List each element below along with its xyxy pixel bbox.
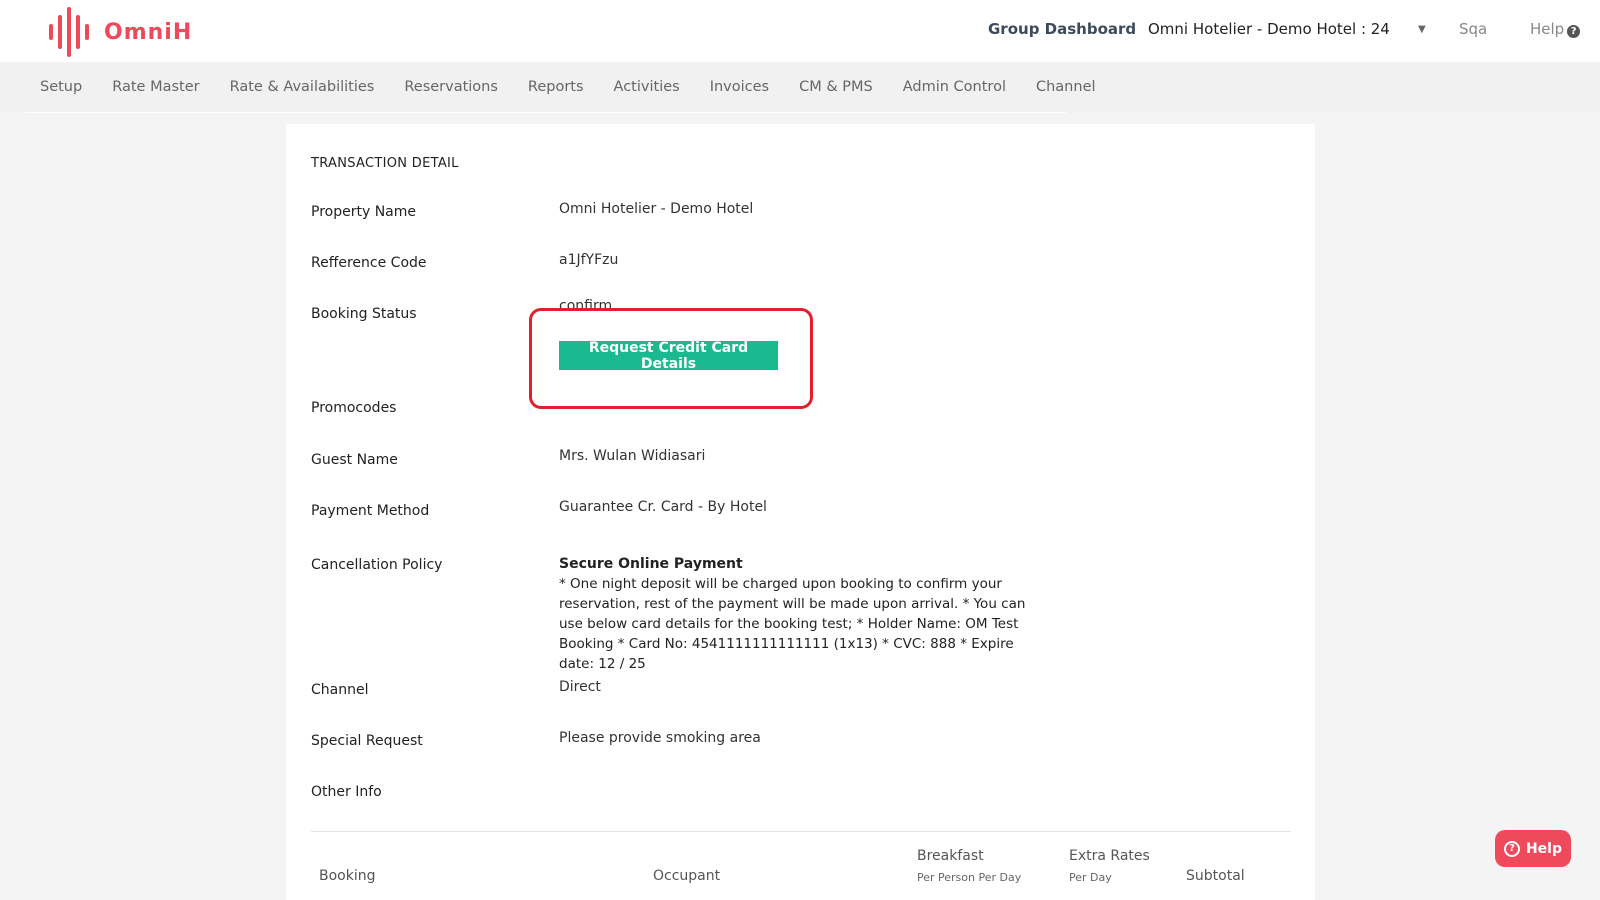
booking-status-value: confirm [559, 298, 613, 314]
logo-bars-icon [49, 7, 89, 57]
col-extra-rates-subheader: Per Day [1069, 871, 1112, 884]
help-link-label: Help [1530, 20, 1565, 38]
nav-item-reservations[interactable]: Reservations [404, 79, 498, 95]
nav-item-cm-pms[interactable]: CM & PMS [799, 79, 873, 95]
cancellation-policy-title: Secure Online Payment [559, 556, 743, 572]
transaction-detail-card: TRANSACTION DETAIL Property Name Omni Ho… [286, 124, 1315, 900]
request-credit-card-button[interactable]: Request Credit Card Details [559, 340, 778, 372]
help-link[interactable]: Help? [1530, 20, 1581, 38]
user-menu[interactable]: Sqa [1459, 20, 1487, 38]
group-dashboard-link[interactable]: Group Dashboard [988, 20, 1136, 38]
nav-items: Setup Rate Master Rate & Availabilities … [25, 62, 1096, 113]
floating-help-button[interactable]: ? Help [1495, 830, 1571, 867]
nav-item-admin-control[interactable]: Admin Control [903, 79, 1006, 95]
guest-name-label: Guest Name [311, 452, 398, 468]
col-booking-header: Booking [319, 868, 376, 884]
channel-value: Direct [559, 679, 601, 695]
nav-item-rate-availabilities[interactable]: Rate & Availabilities [230, 79, 375, 95]
section-title: TRANSACTION DETAIL [311, 156, 459, 171]
property-name-label: Property Name [311, 204, 416, 220]
guest-name-value: Mrs. Wulan Widiasari [559, 448, 706, 464]
nav-item-rate-master[interactable]: Rate Master [112, 79, 199, 95]
col-occupant-header: Occupant [653, 868, 721, 884]
floating-help-label: Help [1525, 840, 1563, 857]
nav-item-setup[interactable]: Setup [40, 79, 82, 95]
other-info-label: Other Info [311, 784, 382, 800]
nav-item-invoices[interactable]: Invoices [710, 79, 769, 95]
nav-item-channel[interactable]: Channel [1036, 79, 1096, 95]
hotel-selector[interactable]: Omni Hotelier - Demo Hotel : 24 [1148, 20, 1390, 38]
special-request-value: Please provide smoking area [559, 730, 761, 746]
col-breakfast-subheader: Per Person Per Day [917, 871, 1022, 884]
nav-item-reports[interactable]: Reports [528, 79, 584, 95]
promocodes-label: Promocodes [311, 400, 397, 416]
payment-method-label: Payment Method [311, 503, 430, 519]
reference-code-value: a1JfYFzu [559, 252, 619, 268]
main-nav: Setup Rate Master Rate & Availabilities … [0, 62, 1600, 113]
chevron-down-icon[interactable]: ▼ [1418, 24, 1426, 35]
omnih-logo[interactable]: OmniH [48, 7, 192, 57]
cancellation-policy-text: * One night deposit will be charged upon… [559, 576, 1026, 672]
property-name-value: Omni Hotelier - Demo Hotel [559, 201, 754, 217]
special-request-label: Special Request [311, 733, 423, 749]
question-icon: ? [1503, 840, 1520, 857]
payment-method-value: Guarantee Cr. Card - By Hotel [559, 499, 767, 515]
nav-item-activities[interactable]: Activities [614, 79, 680, 95]
cancellation-policy-label: Cancellation Policy [311, 557, 443, 573]
col-subtotal-header: Subtotal [1186, 868, 1245, 884]
logo-text: OmniH [104, 19, 193, 45]
section-divider [311, 831, 1291, 832]
cancellation-policy-value: Secure Online Payment * One night deposi… [559, 554, 1049, 674]
question-icon: ? [1567, 25, 1581, 38]
col-extra-rates-header: Extra Rates [1069, 848, 1150, 864]
booking-status-label: Booking Status [311, 306, 417, 322]
col-breakfast-header: Breakfast [917, 848, 984, 864]
top-header: OmniH Group Dashboard Omni Hotelier - De… [0, 0, 1600, 62]
reference-code-label: Refference Code [311, 255, 427, 271]
channel-label: Channel [311, 682, 369, 698]
